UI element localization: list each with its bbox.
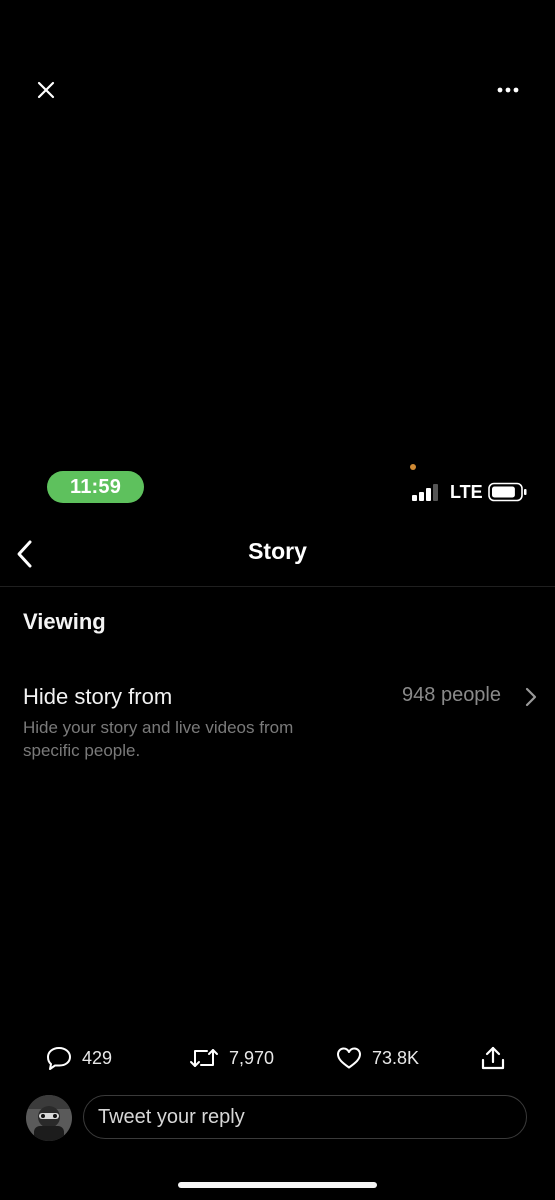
like-button[interactable]: 73.8K: [336, 1041, 419, 1075]
signal-icon: [412, 484, 438, 501]
avatar-image: [26, 1095, 72, 1141]
mic-indicator-dot: [410, 464, 416, 470]
share-icon: [481, 1046, 505, 1070]
retweet-count: 7,970: [229, 1047, 275, 1068]
retweet-button[interactable]: 7,970: [189, 1041, 274, 1075]
setting-description: Hide your story and live videos from spe…: [23, 718, 294, 760]
hide-story-from-row[interactable]: Hide story from 948 people Hide your sto…: [0, 676, 555, 768]
section-title-viewing: Viewing: [23, 609, 106, 634]
retweet-icon: [190, 1049, 218, 1067]
battery-icon: [488, 482, 527, 502]
more-options-button[interactable]: [488, 72, 528, 108]
network-type: LTE: [450, 482, 483, 502]
reply-button[interactable]: 429: [46, 1041, 112, 1075]
chevron-right-icon: [525, 687, 537, 707]
close-icon: [37, 81, 55, 99]
share-button[interactable]: [480, 1041, 516, 1075]
like-count: 73.8K: [372, 1047, 420, 1068]
close-button[interactable]: [28, 72, 64, 108]
heart-icon: [337, 1047, 361, 1069]
more-horizontal-icon: [497, 87, 519, 93]
reply-count: 429: [82, 1047, 113, 1068]
status-time-text: 11:59: [69, 475, 122, 498]
header-divider: [0, 586, 555, 587]
avatar[interactable]: [26, 1095, 72, 1141]
setting-value: 948 people: [402, 684, 501, 706]
page-title: Story: [248, 538, 307, 564]
reply-input[interactable]: [83, 1095, 527, 1139]
setting-label: Hide story from: [23, 684, 173, 709]
home-indicator[interactable]: [178, 1182, 377, 1188]
status-time: 11:59: [47, 471, 144, 503]
reply-icon: [47, 1047, 71, 1070]
